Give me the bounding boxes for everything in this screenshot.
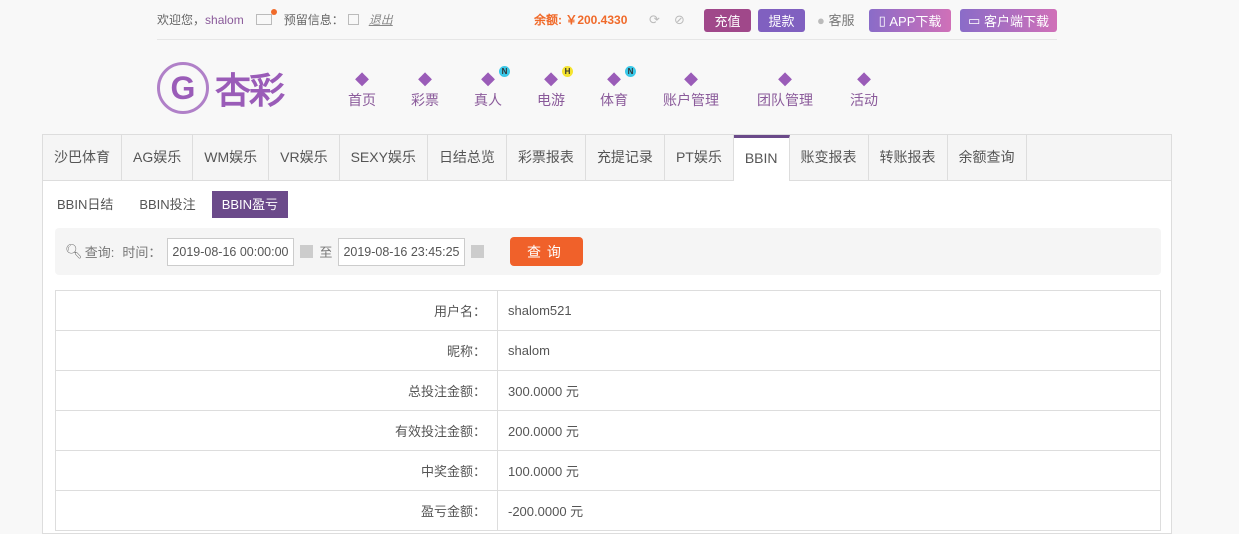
query-bar: 🔍︎ 查询: 时间： 2019-08-16 00:00:00 至 2019-08… (55, 228, 1161, 275)
welcome-text: 欢迎您， (157, 13, 206, 27)
row-label: 总投注金额： (55, 370, 498, 411)
tab[interactable]: 彩票报表 (507, 135, 586, 180)
service-icon: ● (817, 13, 825, 28)
balance: 余额: ￥200.4330 (534, 13, 628, 27)
sub-tab[interactable]: BBIN盈亏 (211, 191, 289, 218)
ticket-icon: ◆ (418, 68, 432, 88)
nav-item[interactable]: ◆ 活动 (850, 68, 878, 110)
nav-item[interactable]: ◆ 彩票 (411, 68, 439, 110)
monitor-icon: ▭ (968, 12, 984, 28)
badge: N (625, 66, 636, 77)
start-time-input[interactable]: 2019-08-16 00:00:00 (167, 237, 295, 266)
gift-icon: ◆ (857, 68, 871, 88)
table-row: 有效投注金额： 200.0000 元 (55, 410, 1161, 451)
row-value: -200.0000 元 (497, 490, 1161, 531)
row-label: 有效投注金额： (55, 410, 498, 451)
username: shalom (205, 12, 244, 27)
report-panel: 沙巴体育 AG娱乐 WM娱乐 VR娱乐 SEXY娱乐 日结总览 彩票报表 充提记录 PT娱乐 BB… (42, 134, 1172, 534)
nav-label: 真人 (474, 92, 502, 108)
row-value: shalom521 (497, 290, 1161, 331)
logo[interactable]: G 杏彩 (157, 62, 285, 114)
table-row: 总投注金额： 300.0000 元 (55, 370, 1161, 411)
nav-label: 体育 (600, 92, 628, 108)
yen-coin-icon: ◆ (684, 68, 698, 88)
logo-emblem-icon: G (157, 62, 209, 114)
nav-label: 团队管理 (757, 92, 813, 108)
live-dealer-icon: ◆ N (474, 66, 510, 90)
row-label: 用户名： (55, 290, 498, 331)
nav-item[interactable]: ◆ 首页 (348, 68, 376, 110)
row-value: 300.0000 元 (497, 370, 1161, 411)
row-label: 中奖金额： (55, 450, 498, 491)
badge: H (562, 66, 573, 77)
sub-tab[interactable]: BBIN投注 (129, 191, 205, 218)
home-icon: ◆ (355, 68, 369, 88)
row-value: 100.0000 元 (497, 450, 1161, 491)
row-label: 盈亏金额： (55, 490, 498, 531)
customer-service-link[interactable]: ● 客服 (817, 10, 855, 29)
tab[interactable]: AG娱乐 (122, 135, 194, 180)
nav-item[interactable]: ◆ 账户管理 (663, 68, 719, 110)
tab[interactable]: 余额查询 (948, 135, 1027, 180)
time-label: 时间： (122, 245, 162, 260)
query-label: 查询: (84, 245, 115, 260)
recharge-button[interactable]: 充值 (704, 9, 751, 32)
tab[interactable]: SEXY娱乐 (340, 135, 428, 180)
sub-tabs: BBIN日结 BBIN投注 BBIN盈亏 (47, 191, 294, 218)
summary-table: 用户名： shalom521 昵称： shalom 总投注金额： 300.0000 元有效… (55, 290, 1161, 531)
table-row: 用户名： shalom521 (55, 290, 1161, 331)
badge: N (499, 66, 510, 77)
reserved-info-label: 预留信息： (283, 13, 344, 27)
to-label: 至 (319, 245, 333, 260)
tab[interactable]: VR娱乐 (269, 135, 340, 180)
edit-icon[interactable] (347, 14, 359, 25)
tab[interactable]: BBIN (733, 135, 790, 181)
tab[interactable]: 账变报表 (790, 135, 869, 180)
table-row: 盈亏金额： -200.0000 元 (55, 490, 1161, 531)
nav-label: 活动 (850, 92, 878, 108)
tab[interactable]: 充提记录 (586, 135, 665, 180)
row-value: 200.0000 元 (497, 410, 1161, 451)
nav-item[interactable]: ◆ H 电游 (537, 66, 573, 110)
end-time-input[interactable]: 2019-08-16 23:45:25 (338, 237, 466, 266)
nav-label: 首页 (348, 92, 376, 108)
row-value: shalom (497, 330, 1161, 371)
nav-label: 电游 (537, 92, 565, 108)
nav-item[interactable]: ◆ N 体育 (600, 66, 636, 110)
top-bar: 欢迎您， shalom 预留信息： 退出 余额: ￥200.4330 ⟳ ⊘ 充… (157, 0, 1057, 40)
row-label: 昵称： (55, 330, 498, 371)
nav-item[interactable]: ◆ N 真人 (474, 66, 510, 110)
mail-icon[interactable] (255, 9, 277, 25)
calendar-icon[interactable] (471, 245, 485, 258)
hide-eye-icon[interactable]: ⊘ (674, 12, 685, 28)
calendar-icon[interactable] (300, 245, 314, 258)
nav-label: 彩票 (411, 92, 439, 108)
withdraw-button[interactable]: 提款 (758, 9, 805, 32)
report-tabs: 沙巴体育 AG娱乐 WM娱乐 VR娱乐 SEXY娱乐 日结总览 彩票报表 充提记录 PT娱乐 BB… (43, 135, 1171, 181)
phone-icon: ▯ (878, 12, 890, 28)
tab[interactable]: 转账报表 (869, 135, 948, 180)
refresh-icon[interactable]: ⟳ (649, 12, 660, 28)
nav-label: 账户管理 (663, 92, 719, 108)
gamepad-icon: ◆ H (537, 66, 573, 90)
team-icon: ◆ (778, 68, 792, 88)
client-download-button[interactable]: ▭ 客户端下载 (960, 9, 1057, 32)
logout-link[interactable]: 退出 (369, 11, 393, 28)
search-icon: 🔍︎ (65, 243, 83, 259)
table-row: 中奖金额： 100.0000 元 (55, 450, 1161, 491)
query-button[interactable]: 查询 (510, 237, 584, 266)
tab[interactable]: 沙巴体育 (43, 135, 122, 180)
logo-text: 杏彩 (215, 70, 285, 111)
table-row: 昵称： shalom (55, 330, 1161, 371)
tab[interactable]: 日结总览 (428, 135, 507, 180)
app-download-button[interactable]: ▯ APP下载 (869, 9, 951, 32)
nav-item[interactable]: ◆ 团队管理 (757, 68, 813, 110)
sub-tab[interactable]: BBIN日结 (47, 191, 123, 218)
trophy-icon: ◆ N (600, 66, 636, 90)
tab[interactable]: PT娱乐 (665, 135, 734, 180)
tab[interactable]: WM娱乐 (193, 135, 270, 180)
